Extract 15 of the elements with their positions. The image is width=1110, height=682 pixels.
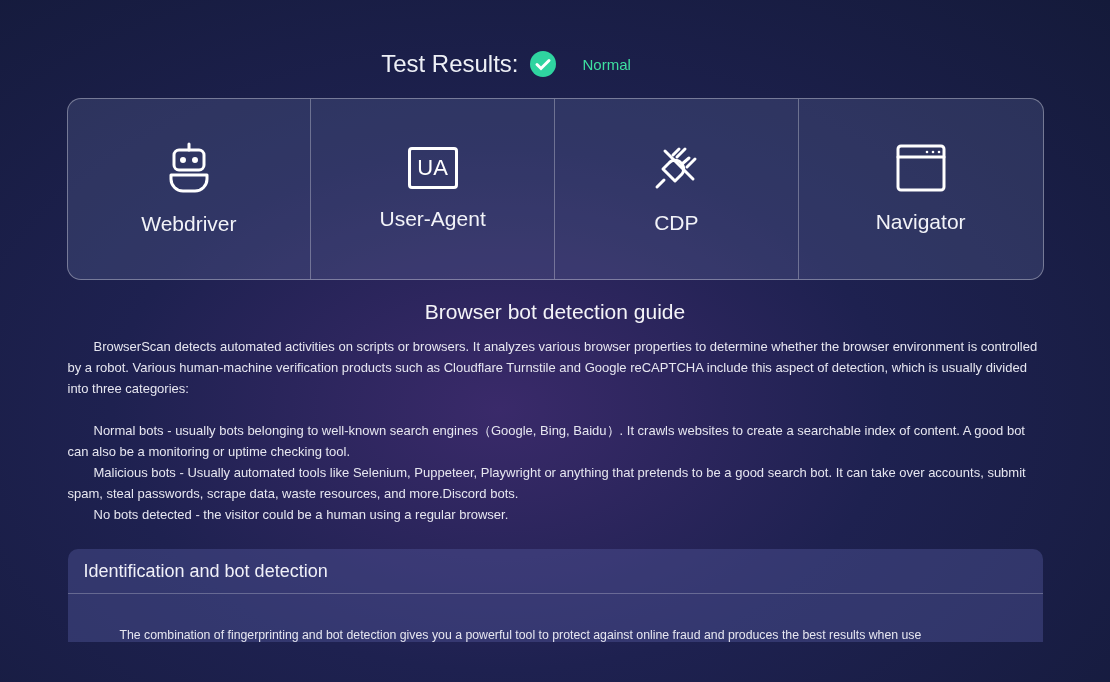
check-label: CDP: [654, 211, 699, 235]
check-label: User-Agent: [379, 207, 486, 231]
check-label: Webdriver: [141, 212, 237, 236]
guide-title: Browser bot detection guide: [424, 300, 686, 324]
guide-paragraph: No bots detected - the visitor could be a human using a regular browser.: [92, 506, 510, 524]
guide-paragraph: Normal bots - usually bots belonging to well-known search engines（Google, Bing, Baidu）. It crawls websites to create a searchable index of content. A good bot can also be a monitoring or uptime checking tool.: [67, 422, 1026, 461]
status-text: Normal: [582, 54, 632, 75]
section-paragraph: The combination of fingerprinting and bot detection gives you a powerful tool to protect against online fraud and produces the best results when use: [119, 628, 923, 642]
section-title: Identification and bot detection: [67, 549, 1043, 594]
test-results-label: Test Results:: [381, 50, 519, 78]
check-label: Navigator: [875, 210, 966, 234]
guide-paragraph: Malicious bots - Usually automated tools like Selenium, Puppeteer, Playwright or anything that pretends to be a good search bot. It can take over accounts, submit spam, steal passwords, scrape data, waste resources, and more.Discord bots.: [67, 464, 1027, 503]
guide-paragraph: BrowserScan detects automated activities on scripts or browsers. It analyzes various browser properties to determine whether the browser environment is controlled by a robot. Various human-machine verification products such as Cloudflare Turnstile and Google reCAPTCHA include this aspect of detection, which is usually divided into three categories:: [67, 338, 1039, 398]
ua-icon: UA: [407, 147, 458, 189]
browser-window-icon: [895, 144, 946, 192]
